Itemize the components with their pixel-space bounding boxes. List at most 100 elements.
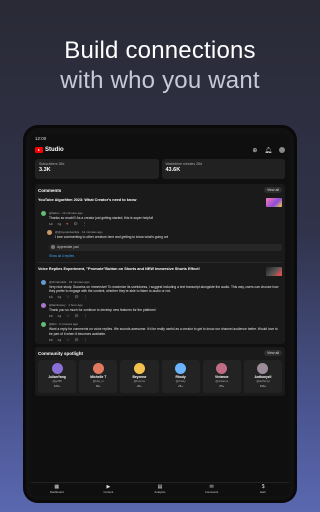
- comment-item: @liamhavey · 1 hour ago Thank you so muc…: [35, 301, 285, 320]
- spotlight-card[interactable]: Vivianne @vivianne 65+: [202, 360, 241, 394]
- comments-section: Comments View all YouTube Algorithm 2023…: [35, 184, 285, 345]
- nav-item-earn[interactable]: $ Earn: [237, 483, 289, 496]
- dislike-icon[interactable]: 👎︎: [58, 222, 62, 226]
- reply-author: @@syoutubeclips: [55, 230, 80, 235]
- create-icon[interactable]: ⊕: [252, 147, 257, 154]
- comment-text: Want a reply for comments on voice repli…: [49, 327, 278, 336]
- heart-outline-icon[interactable]: ♡: [66, 295, 69, 299]
- creator-handle: @vivianne: [215, 379, 229, 384]
- video-title: YouTube Algorithm 2023: What Creator's n…: [38, 198, 137, 202]
- nav-label: Content: [103, 490, 114, 494]
- creator-avatar: [175, 363, 187, 375]
- spotlight-title: Community spotlight: [38, 350, 83, 356]
- comment-author: @chrisbuilds: [49, 279, 67, 284]
- comment-author: @ladoo: [49, 211, 60, 215]
- comment-time: 33 minutes ago: [68, 279, 90, 284]
- comments-title: Comments: [38, 187, 62, 193]
- creator-handle: @rhody: [175, 379, 186, 384]
- creator-handle: @tdw_m: [92, 379, 104, 384]
- spotlight-card[interactable]: JulianYang @jy455 100+: [38, 360, 77, 394]
- spotlight-card[interactable]: Anthonyzll @anthonyl 100+: [243, 360, 283, 394]
- more-icon[interactable]: ⋮: [84, 314, 88, 318]
- video-header[interactable]: Voice Replies Experiment, "Promote"Butto…: [35, 265, 285, 278]
- reply-icon[interactable]: 💬︎: [74, 338, 78, 342]
- tablet-frame: 12:00 Studio ⊕ 🔔︎ Subscribers 28d 3.3K W…: [26, 128, 294, 500]
- creator-subs: 20+: [137, 384, 142, 389]
- video-title: Voice Replies Experiment, "Promote"Butto…: [38, 266, 200, 271]
- dislike-icon[interactable]: 👎︎: [58, 338, 62, 342]
- status-bar: 12:00: [31, 134, 289, 143]
- nav-label: Analytics: [154, 490, 166, 494]
- more-icon[interactable]: ⋮: [83, 222, 87, 226]
- reply-icon[interactable]: 💬︎: [74, 295, 78, 299]
- show-replies-link[interactable]: Show all 4 replies: [35, 253, 285, 260]
- dislike-icon[interactable]: 👎︎: [58, 295, 62, 299]
- heart-outline-icon[interactable]: ♡: [66, 338, 69, 342]
- creator-subs: 100+: [53, 384, 61, 389]
- comments-view-all-button[interactable]: View all: [264, 187, 282, 193]
- reply-icon[interactable]: 💬︎: [73, 222, 77, 226]
- stat-label: Subscribers 28d: [39, 162, 65, 166]
- nav-label: Earn: [260, 490, 267, 494]
- spotlight-card[interactable]: Beyonne @bourne 20+: [120, 360, 159, 394]
- status-time: 12:00: [35, 136, 47, 141]
- video-thumbnail: [266, 266, 282, 276]
- reply-chip[interactable]: Appreciate you!: [49, 243, 282, 251]
- creator-avatar: [51, 363, 63, 375]
- stat-value: 3.3K: [39, 167, 51, 173]
- dislike-icon[interactable]: 👎︎: [58, 314, 62, 318]
- spotlight-card[interactable]: Rhody @rhody 25+: [161, 360, 200, 394]
- heart-outline-icon[interactable]: ♡: [66, 314, 69, 318]
- comment-author: @liamhavey: [49, 303, 66, 308]
- comment-text: Very nice study. Success on Immersive! T…: [49, 284, 279, 293]
- comment-time: 2 minutes ago: [59, 322, 78, 327]
- creator-handle: @jy455: [52, 379, 62, 384]
- comment-item: @ladoo · 12 minutes ago Thanks so much!!…: [35, 209, 285, 228]
- creator-subs: 65+: [219, 384, 225, 389]
- reply-icon[interactable]: 💬︎: [74, 314, 78, 318]
- nav-item-content[interactable]: ▶ Content: [83, 483, 135, 496]
- stat-label: Watchtime minutes 28d: [165, 162, 202, 166]
- creator-avatar: [92, 363, 104, 375]
- notifications-icon[interactable]: 🔔︎: [264, 147, 272, 154]
- reply-chip-avatar: [51, 245, 55, 250]
- comment-author: @kiki: [49, 322, 57, 327]
- community-spotlight-section: Community spotlight View all JulianYang @…: [35, 347, 285, 397]
- comment-avatar: [41, 279, 46, 285]
- creator-handle: @anthonyl: [256, 379, 270, 384]
- comment-avatar: [41, 322, 46, 328]
- like-icon[interactable]: 👍︎: [49, 295, 53, 299]
- creator-handle: @bourne: [133, 379, 146, 384]
- stat-card-watchtime[interactable]: Watchtime minutes 28d 43.6K: [161, 159, 285, 179]
- nav-label: Comments: [204, 490, 219, 494]
- comment-text: Thanks so much!!! As a creator just gett…: [49, 216, 154, 220]
- nav-label: Dashboard: [49, 490, 64, 494]
- reply-time: 14 minutes ago: [81, 230, 103, 235]
- more-icon[interactable]: ⋮: [84, 338, 88, 342]
- like-icon[interactable]: 👍︎: [49, 222, 53, 226]
- heart-icon[interactable]: ♥: [66, 222, 68, 226]
- like-icon[interactable]: 👍︎: [49, 314, 53, 318]
- bottom-navigation: ▦ Dashboard ▶ Content ▤ Analytics ✉ Comments $ Ea…: [31, 482, 289, 496]
- nav-item-comments[interactable]: ✉ Comments: [186, 483, 238, 496]
- reply-item: @@syoutubeclips · 14 minutes ago I love …: [35, 228, 285, 241]
- comment-avatar: [41, 303, 46, 309]
- comment-time: 12 minutes ago: [62, 211, 83, 215]
- divider: [38, 261, 282, 263]
- video-thumbnail: [266, 198, 282, 207]
- spotlight-cards: JulianYang @jy455 100+ Michelle T @tdw_m 30+ B…: [35, 359, 285, 396]
- creator-avatar: [257, 363, 269, 375]
- creator-subs: 30+: [95, 384, 101, 389]
- nav-item-dashboard[interactable]: ▦ Dashboard: [31, 483, 83, 496]
- like-icon[interactable]: 👍︎: [49, 338, 53, 342]
- stat-card-subscribers[interactable]: Subscribers 28d 3.3K: [35, 159, 159, 179]
- stats-row: Subscribers 28d 3.3K Watchtime minutes 2…: [31, 157, 289, 181]
- spotlight-card[interactable]: Michelle T @tdw_m 30+: [79, 360, 118, 394]
- account-avatar[interactable]: [279, 146, 285, 153]
- video-header[interactable]: YouTube Algorithm 2023: What Creator's n…: [35, 196, 285, 209]
- reply-text: I love commenting to other creators here…: [55, 235, 169, 240]
- creator-avatar: [133, 363, 145, 375]
- nav-item-analytics[interactable]: ▤ Analytics: [134, 483, 186, 496]
- spotlight-view-all-button[interactable]: View all: [264, 350, 282, 357]
- more-icon[interactable]: ⋮: [84, 295, 88, 299]
